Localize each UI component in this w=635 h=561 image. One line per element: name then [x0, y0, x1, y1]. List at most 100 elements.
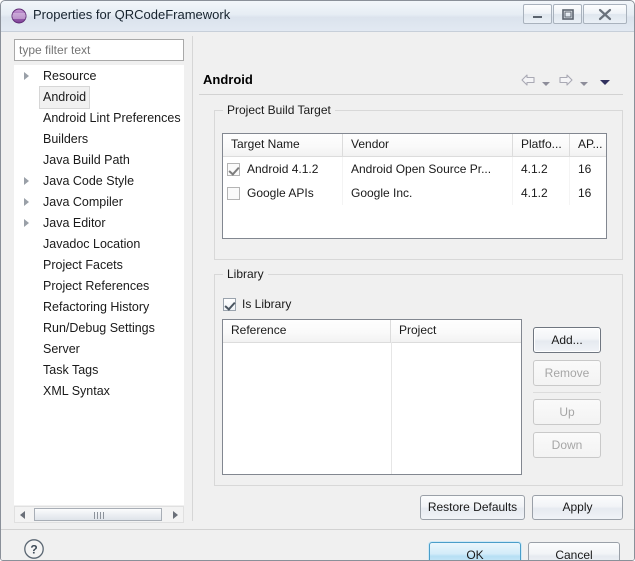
sidebar-item-task-tags[interactable]: Task Tags — [15, 359, 183, 380]
sidebar-item-server[interactable]: Server — [15, 338, 183, 359]
sidebar-item-java-code-style[interactable]: Java Code Style — [15, 170, 183, 191]
library-reference-table[interactable]: Reference Project — [222, 319, 522, 475]
preference-tree[interactable]: Resource Android Android Lint Preference… — [14, 65, 184, 505]
row-checkbox[interactable] — [227, 186, 240, 200]
close-button[interactable] — [583, 4, 627, 24]
cell-api: 16 — [578, 186, 592, 200]
cell-platform: 4.1.2 — [513, 157, 570, 181]
cell-text: Android 4.1.2 — [247, 162, 319, 176]
help-icon[interactable]: ? — [23, 538, 45, 560]
remove-button[interactable]: Remove — [533, 360, 601, 386]
add-button[interactable]: Add... — [533, 327, 601, 353]
table-row[interactable]: Google APIs Google Inc. 4.1.2 16 — [223, 181, 606, 205]
cell-target-name[interactable]: Google APIs — [223, 181, 343, 205]
cell-vendor: Android Open Source Pr... — [343, 157, 513, 181]
sidebar-item-label: Java Editor — [43, 216, 106, 230]
minimize-button[interactable] — [523, 4, 552, 24]
column-header-project[interactable]: Project — [391, 320, 521, 342]
title-bar[interactable]: Properties for QRCodeFramework — [1, 1, 634, 32]
sidebar-item-javadoc-location[interactable]: Javadoc Location — [15, 233, 183, 254]
sidebar-item-project-facets[interactable]: Project Facets — [15, 254, 183, 275]
sidebar-item-label: XML Syntax — [43, 384, 110, 398]
checkbox-box[interactable] — [223, 297, 236, 311]
properties-dialog: Properties for QRCodeFramework Resource — [0, 0, 635, 561]
svg-text:?: ? — [30, 543, 37, 557]
apply-button[interactable]: Apply — [532, 495, 623, 520]
sidebar-item-label: Server — [43, 342, 80, 356]
cell-vendor: Google Inc. — [343, 181, 513, 205]
sidebar-item-label: Java Build Path — [43, 153, 130, 167]
header-separator — [199, 94, 623, 95]
sidebar-item-label: Project Facets — [43, 258, 123, 272]
move-down-button[interactable]: Down — [533, 432, 601, 458]
expand-arrow-icon[interactable] — [24, 177, 29, 185]
table-header-row: Target Name Vendor Platfo... AP... — [223, 134, 606, 157]
cancel-button[interactable]: Cancel — [528, 542, 620, 560]
forward-arrow-icon[interactable] — [557, 72, 575, 91]
sidebar-item-builders[interactable]: Builders — [15, 128, 183, 149]
tree-horizontal-scrollbar[interactable] — [14, 506, 184, 523]
sidebar-item-run-debug-settings[interactable]: Run/Debug Settings — [15, 317, 183, 338]
table-row[interactable]: Android 4.1.2 Android Open Source Pr... … — [223, 157, 606, 181]
chevron-down-filled-icon[interactable] — [599, 76, 611, 90]
sidebar-item-android[interactable]: Android — [15, 86, 183, 109]
sidebar-item-label: Java Compiler — [43, 195, 123, 209]
sidebar-item-label: Resource — [43, 69, 97, 83]
sidebar-item-resource[interactable]: Resource — [15, 65, 183, 86]
column-header-vendor[interactable]: Vendor — [343, 134, 513, 156]
sidebar-item-label: Android Lint Preferences — [43, 111, 181, 125]
cell-platform: 4.1.2 — [513, 181, 570, 205]
group-title: Library — [223, 267, 268, 281]
scroll-right-arrow-icon[interactable] — [167, 507, 183, 522]
sidebar-item-java-build-path[interactable]: Java Build Path — [15, 149, 183, 170]
sidebar-item-label: Project References — [43, 279, 150, 293]
restore-defaults-button[interactable]: Restore Defaults — [420, 495, 525, 520]
column-header-api[interactable]: AP... — [570, 134, 606, 156]
filter-input[interactable] — [14, 39, 184, 61]
forward-chevron-down-icon[interactable] — [579, 77, 589, 91]
maximize-button[interactable] — [553, 4, 582, 24]
sidebar-item-label: Java Code Style — [43, 174, 135, 188]
move-up-button[interactable]: Up — [533, 399, 601, 425]
project-build-target-group: Project Build Target Target Name Vendor … — [214, 103, 623, 260]
scrollbar-thumb[interactable] — [34, 508, 162, 521]
button-separator — [533, 392, 601, 393]
dialog-content: Resource Android Android Lint Preference… — [1, 32, 634, 560]
sidebar-item-label: Builders — [43, 132, 89, 146]
cell-api: 16 — [578, 162, 592, 176]
sidebar-item-android-lint-preferences[interactable]: Android Lint Preferences — [15, 107, 183, 128]
sidebar-item-label: Task Tags — [43, 363, 99, 377]
sidebar-item-project-references[interactable]: Project References — [15, 275, 183, 296]
sidebar-item-label: Android — [39, 86, 91, 109]
expand-arrow-icon[interactable] — [24, 72, 29, 80]
expand-arrow-icon[interactable] — [24, 198, 29, 206]
group-title: Project Build Target — [223, 103, 335, 117]
cell-text: Google APIs — [247, 186, 314, 200]
scrollbar-grip-icon — [94, 512, 105, 519]
is-library-checkbox[interactable]: Is Library — [223, 295, 291, 313]
is-library-label: Is Library — [242, 297, 292, 311]
column-header-platform[interactable]: Platfo... — [513, 134, 570, 156]
sidebar-item-refactoring-history[interactable]: Refactoring History — [15, 296, 183, 317]
table-header-row: Reference Project — [223, 320, 521, 343]
back-arrow-icon[interactable] — [519, 72, 537, 91]
row-checkbox[interactable] — [227, 162, 240, 176]
column-header-reference[interactable]: Reference — [223, 320, 391, 342]
scroll-left-arrow-icon[interactable] — [15, 507, 31, 522]
column-divider — [391, 342, 392, 474]
build-target-table[interactable]: Target Name Vendor Platfo... AP... Andro… — [222, 133, 607, 239]
sidebar-item-java-compiler[interactable]: Java Compiler — [15, 191, 183, 212]
window-title: Properties for QRCodeFramework — [33, 7, 231, 22]
sidebar-item-label: Javadoc Location — [43, 237, 141, 251]
expand-arrow-icon[interactable] — [24, 219, 29, 227]
sidebar-item-xml-syntax[interactable]: XML Syntax — [15, 380, 183, 401]
navigation-toolbar — [519, 72, 623, 90]
panel-divider[interactable] — [190, 36, 195, 521]
cell-target-name[interactable]: Android 4.1.2 — [223, 157, 343, 181]
sidebar-item-label: Refactoring History — [43, 300, 150, 314]
ok-button[interactable]: OK — [429, 542, 521, 560]
page-title: Android — [203, 72, 253, 87]
back-chevron-down-icon[interactable] — [541, 77, 551, 91]
column-header-target-name[interactable]: Target Name — [223, 134, 343, 156]
sidebar-item-java-editor[interactable]: Java Editor — [15, 212, 183, 233]
